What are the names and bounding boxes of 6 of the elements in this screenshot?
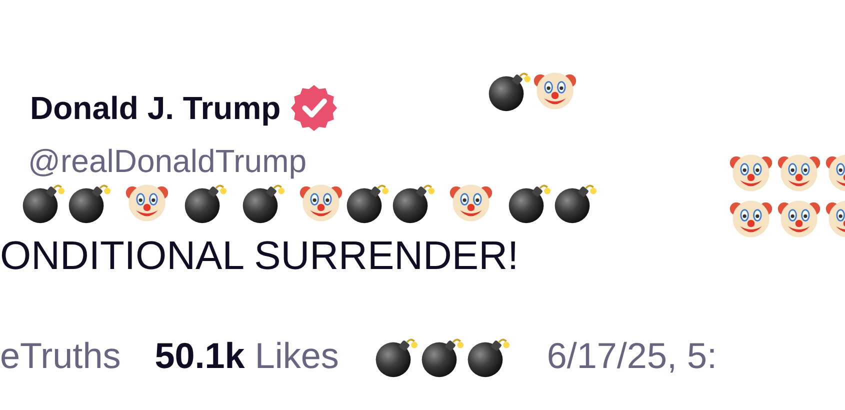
like-count: 50.1k Likes <box>154 335 339 377</box>
stat-text: eTruths <box>0 335 121 377</box>
author-name: Donald J. Trump <box>30 90 281 126</box>
post-text: ONDITIONAL SURRENDER! <box>0 233 520 280</box>
author-handle: @realDonaldTrump <box>28 142 307 180</box>
stat-text: 6/17/25, 5: <box>546 335 717 377</box>
